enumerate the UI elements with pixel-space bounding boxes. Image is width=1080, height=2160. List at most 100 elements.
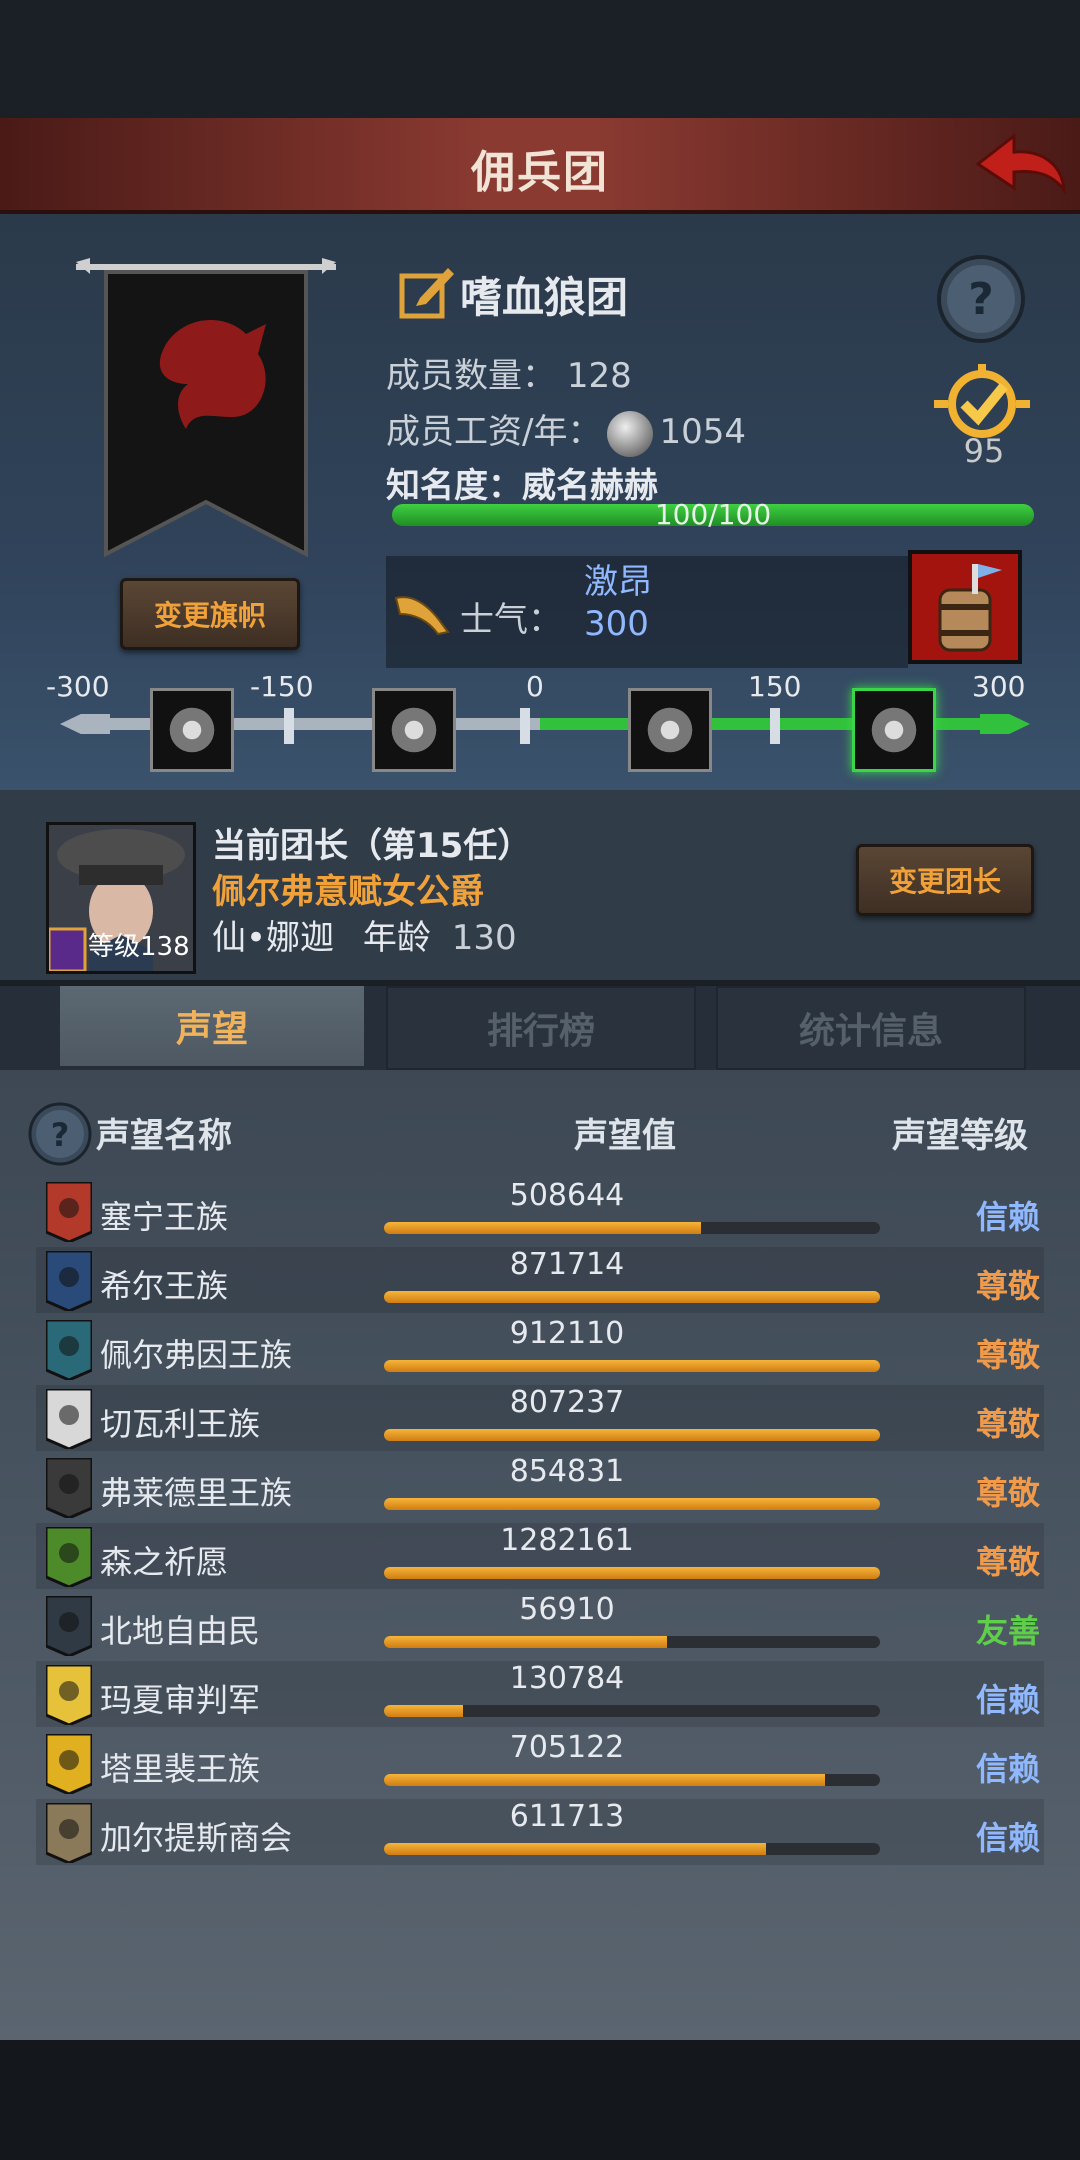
morale-word: 激昂 bbox=[584, 562, 652, 602]
row-progress-fill bbox=[384, 1636, 667, 1648]
change-banner-button[interactable]: 变更旗帜 bbox=[120, 578, 300, 650]
leader-title: 当前团长（第15任） bbox=[212, 826, 532, 866]
wage-value: 1054 bbox=[659, 412, 746, 452]
row-value: 508644 bbox=[509, 1178, 625, 1213]
wage-label: 成员工资/年： bbox=[386, 412, 602, 452]
leaf-crest-icon bbox=[46, 1527, 92, 1587]
row-name: 塞宁王族 bbox=[100, 1198, 229, 1236]
table-row[interactable]: 玛夏审判军 130784 信赖 bbox=[36, 1661, 1044, 1727]
morale-tick-mark bbox=[520, 708, 530, 744]
row-value: 1282161 bbox=[500, 1523, 634, 1558]
tab-bar: 声望 排行榜 统计信息 bbox=[0, 986, 1080, 1070]
table-row[interactable]: 佩尔弗因王族 912110 尊敬 bbox=[36, 1316, 1044, 1382]
wage-row: 成员工资/年： 1054 bbox=[386, 404, 746, 457]
table-row[interactable]: 塞宁王族 508644 信赖 bbox=[36, 1178, 1044, 1244]
morale-tick-mark bbox=[770, 708, 780, 744]
guild-header-panel: 变更旗帜 嗜血狼团 ? 成员数量： 128 成员工资/年： 1054 知名度：威名… bbox=[0, 214, 1080, 790]
eye-icon[interactable] bbox=[150, 688, 234, 772]
silver-coin-icon bbox=[607, 410, 654, 457]
table-row[interactable]: 北地自由民 56910 友善 bbox=[36, 1592, 1044, 1658]
table-row[interactable]: 森之祈愿 1282161 尊敬 bbox=[36, 1523, 1044, 1589]
edit-icon[interactable] bbox=[398, 260, 458, 320]
row-value: 705122 bbox=[509, 1730, 625, 1765]
change-leader-button[interactable]: 变更团长 bbox=[856, 844, 1034, 916]
row-grade: 尊敬 bbox=[976, 1474, 1041, 1512]
row-value: 56910 bbox=[519, 1592, 615, 1627]
row-progress-bar bbox=[384, 1567, 880, 1579]
moon-crest-icon bbox=[46, 1320, 92, 1380]
members-value: 128 bbox=[566, 356, 632, 396]
ale-keg-icon[interactable] bbox=[908, 550, 1022, 664]
members-label: 成员数量： bbox=[386, 356, 556, 396]
bottom-bar bbox=[0, 2040, 1080, 2160]
helmet-crest-icon bbox=[46, 1251, 92, 1311]
back-arrow-icon[interactable] bbox=[970, 128, 1070, 200]
row-name: 塔里裴王族 bbox=[100, 1750, 261, 1788]
scales-crest-icon bbox=[46, 1389, 92, 1449]
row-progress-fill bbox=[384, 1498, 880, 1510]
banner-cheer-icon[interactable] bbox=[852, 688, 936, 772]
horn-icon bbox=[394, 596, 450, 636]
morale-tick-mark bbox=[284, 708, 294, 744]
row-grade: 信赖 bbox=[976, 1198, 1041, 1236]
svg-text:?: ? bbox=[968, 274, 994, 325]
row-grade: 信赖 bbox=[976, 1681, 1041, 1719]
calm-icon[interactable] bbox=[628, 688, 712, 772]
table-row[interactable]: 希尔王族 871714 尊敬 bbox=[36, 1247, 1044, 1313]
row-progress-bar bbox=[384, 1222, 880, 1234]
leader-panel: 等级138 当前团长（第15任） 佩尔弗意赋女公爵 仙•娜迦 年龄 130 变更… bbox=[0, 790, 1080, 980]
morale-label: 士气： bbox=[460, 600, 562, 640]
morale-tick-label: -300 bbox=[46, 670, 110, 703]
header-value: 声望值 bbox=[574, 1116, 676, 1156]
row-progress-fill bbox=[384, 1843, 766, 1855]
leader-name: 佩尔弗意赋女公爵 bbox=[212, 872, 484, 912]
list-header: ? 声望名称 声望值 声望等级 bbox=[0, 1098, 1080, 1170]
row-progress-bar bbox=[384, 1360, 880, 1372]
morale-tick-label: -150 bbox=[250, 670, 314, 703]
tab-reputation[interactable]: 声望 bbox=[60, 986, 364, 1066]
row-progress-bar bbox=[384, 1774, 880, 1786]
row-value: 807237 bbox=[509, 1385, 625, 1420]
row-grade: 尊敬 bbox=[976, 1336, 1041, 1374]
row-name: 切瓦利王族 bbox=[100, 1405, 261, 1443]
leader-info: 仙•娜迦 年龄 130 bbox=[212, 910, 517, 959]
row-progress-bar bbox=[384, 1429, 880, 1441]
row-progress-fill bbox=[384, 1567, 880, 1579]
row-progress-bar bbox=[384, 1843, 880, 1855]
table-row[interactable]: 弗莱德里王族 854831 尊敬 bbox=[36, 1454, 1044, 1520]
table-row[interactable]: 加尔提斯商会 611713 信赖 bbox=[36, 1799, 1044, 1865]
help-icon[interactable]: ? bbox=[936, 254, 1026, 344]
row-progress-bar bbox=[384, 1291, 880, 1303]
morale-tick-label: 300 bbox=[972, 670, 1026, 703]
header-grade: 声望等级 bbox=[892, 1116, 1028, 1156]
table-row[interactable]: 塔里裴王族 705122 信赖 bbox=[36, 1730, 1044, 1796]
row-progress-bar bbox=[384, 1705, 880, 1717]
coin-crest-icon bbox=[46, 1803, 92, 1863]
row-name: 加尔提斯商会 bbox=[100, 1819, 293, 1857]
row-name: 弗莱德里王族 bbox=[100, 1474, 293, 1512]
members-row: 成员数量： 128 bbox=[386, 348, 632, 397]
rank-number: 95 bbox=[963, 432, 1005, 470]
tab-statistics[interactable]: 统计信息 bbox=[716, 986, 1026, 1070]
title-bar: 佣兵团 bbox=[0, 118, 1080, 214]
sun-crest-icon bbox=[46, 1665, 92, 1725]
page-title: 佣兵团 bbox=[471, 147, 609, 198]
despair-icon[interactable] bbox=[372, 688, 456, 772]
leader-race-name: 仙•娜迦 bbox=[212, 918, 335, 958]
row-value: 611713 bbox=[509, 1799, 625, 1834]
tab-leaderboard[interactable]: 排行榜 bbox=[386, 986, 696, 1070]
row-progress-fill bbox=[384, 1222, 702, 1234]
table-row[interactable]: 切瓦利王族 807237 尊敬 bbox=[36, 1385, 1044, 1451]
morale-tick-label: 150 bbox=[748, 670, 802, 703]
crown-crest-icon bbox=[46, 1734, 92, 1794]
row-progress-bar bbox=[384, 1636, 880, 1648]
row-progress-bar bbox=[384, 1498, 880, 1510]
leader-age-label: 年龄 bbox=[362, 918, 431, 958]
help-icon[interactable]: ? bbox=[28, 1102, 92, 1166]
row-progress-fill bbox=[384, 1774, 826, 1786]
row-name: 佩尔弗因王族 bbox=[100, 1336, 293, 1374]
row-progress-fill bbox=[384, 1360, 880, 1372]
row-name: 北地自由民 bbox=[100, 1612, 261, 1650]
reputation-list-panel: ? 声望名称 声望值 声望等级 塞宁王族 508644 信赖 希尔王族 871714 尊敬… bbox=[0, 1070, 1080, 2040]
sword-crest-icon bbox=[46, 1458, 92, 1518]
